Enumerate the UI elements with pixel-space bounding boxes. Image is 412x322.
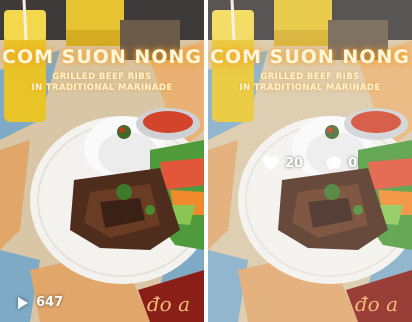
dish-title: COM SUON NONG	[210, 46, 410, 68]
dish-subtitle-line1: GRILLED BEEF RIBS	[52, 72, 152, 82]
dish-subtitle-line1: GRILLED BEEF RIBS	[260, 72, 360, 82]
video-tile-left[interactable]: COM SUON NONG GRILLED BEEF RIBS IN TRADI…	[0, 0, 204, 322]
restaurant-logo: đo a	[354, 292, 398, 316]
restaurant-logo: đo a	[146, 292, 190, 316]
dish-title: COM SUON NONG	[2, 46, 202, 68]
dish-subtitle-line2: IN TRADITIONAL MARINADE	[239, 83, 381, 93]
comment-bubble-icon	[325, 155, 343, 171]
comment-count: 0	[348, 155, 358, 171]
play-icon	[18, 296, 28, 309]
dish-subtitle-line2: IN TRADITIONAL MARINADE	[31, 83, 173, 93]
like-count: 20	[285, 155, 304, 171]
view-count-value: 647	[36, 295, 64, 310]
heart-icon	[262, 155, 280, 171]
video-caption: COM SUON NONG GRILLED BEEF RIBS IN TRADI…	[208, 46, 412, 94]
view-count: 647	[18, 295, 63, 310]
video-caption: COM SUON NONG GRILLED BEEF RIBS IN TRADI…	[0, 46, 204, 94]
engagement-stats: 20 0	[262, 155, 357, 171]
video-tile-right[interactable]: COM SUON NONG GRILLED BEEF RIBS IN TRADI…	[208, 0, 412, 322]
